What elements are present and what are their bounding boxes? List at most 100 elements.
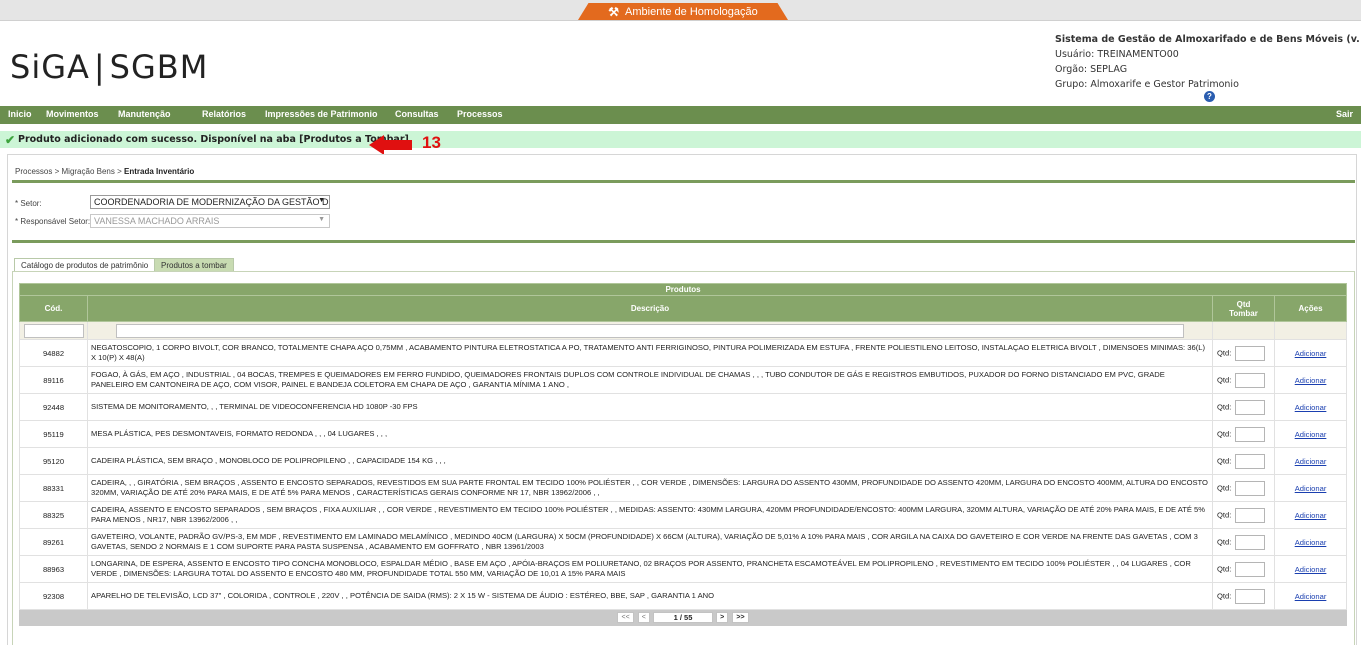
qtd-input[interactable]: [1235, 561, 1266, 577]
row-descricao: FOGAO, À GÁS, EM AÇO , INDUSTRIAL , 04 B…: [87, 366, 1213, 394]
logo-sgbm: SGBM: [109, 48, 209, 86]
main-nav: Inicio Movimentos Manutenção Relatórios …: [0, 106, 1361, 124]
row-cod: 88331: [19, 474, 88, 502]
adicionar-link[interactable]: Adicionar: [1295, 403, 1327, 412]
row-descricao: APARELHO DE TELEVISÃO, LCD 37" , COLORID…: [87, 582, 1213, 610]
app-logo: SiGA | SGBM: [10, 48, 208, 86]
tools-icon: ⚒: [608, 4, 620, 19]
row-qtd-label: Qtd:: [1217, 510, 1232, 519]
nav-item-inicio[interactable]: Inicio: [8, 109, 32, 119]
row-actions: Adicionar: [1273, 393, 1348, 421]
logout-link[interactable]: Sair: [1336, 109, 1353, 119]
qtd-input[interactable]: [1235, 345, 1266, 361]
row-qtd-label: Qtd:: [1217, 483, 1232, 492]
responsavel-label: * Responsável Setor:: [15, 217, 91, 226]
pager-page-indicator[interactable]: 1 / 55: [653, 612, 714, 623]
row-cod: 88963: [19, 555, 88, 583]
row-actions: Adicionar: [1273, 501, 1348, 529]
row-qtd-cell: Qtd:: [1212, 582, 1275, 610]
tab-produtos-a-tombar[interactable]: Produtos a tombar: [154, 258, 234, 272]
row-qtd-cell: Qtd:: [1212, 339, 1275, 367]
col-header-descricao: Descrição: [87, 295, 1213, 322]
qtd-input[interactable]: [1235, 399, 1266, 415]
adicionar-link[interactable]: Adicionar: [1295, 376, 1327, 385]
nav-item-movimentos[interactable]: Movimentos: [46, 109, 99, 119]
adicionar-link[interactable]: Adicionar: [1295, 592, 1327, 601]
qtd-input[interactable]: [1235, 534, 1266, 550]
row-qtd-label: Qtd:: [1217, 402, 1232, 411]
pagination: << < 1 / 55 > >>: [18, 609, 1348, 626]
user-info: Usuário: TREINAMENTO00: [1055, 49, 1179, 60]
adicionar-link[interactable]: Adicionar: [1295, 430, 1327, 439]
setor-select[interactable]: COORDENADORIA DE MODERNIZAÇÃO DA GESTÃO …: [90, 195, 330, 209]
nav-item-impressoes[interactable]: Impressões de Patrimonio: [265, 109, 378, 119]
row-qtd-cell: Qtd:: [1212, 393, 1275, 421]
row-actions: Adicionar: [1273, 555, 1348, 583]
adicionar-link[interactable]: Adicionar: [1295, 511, 1327, 520]
pager-prev-button[interactable]: <: [637, 612, 650, 623]
table-row: 95120 CADEIRA PLÁSTICA, SEM BRAÇO , MONOB…: [19, 447, 1348, 475]
nav-item-manutencao[interactable]: Manutenção: [118, 109, 171, 119]
help-icon[interactable]: ?: [1204, 91, 1215, 102]
qtd-input[interactable]: [1235, 480, 1266, 496]
breadcrumb-processos[interactable]: Processos: [15, 167, 52, 176]
adicionar-link[interactable]: Adicionar: [1295, 457, 1327, 466]
group-info: Grupo: Almoxarife e Gestor Patrimonio: [1055, 79, 1239, 90]
table-row: 88331 CADEIRA, , , GIRATÓRIA , SEM BRAÇOS…: [19, 474, 1348, 502]
table-caption: Produtos: [18, 283, 1348, 296]
row-descricao: GAVETEIRO, VOLANTE, PADRÃO GV/PS-3, EM M…: [87, 528, 1213, 556]
row-qtd-cell: Qtd:: [1212, 528, 1275, 556]
chevron-down-icon: ▼: [318, 216, 325, 223]
qtd-input[interactable]: [1235, 588, 1266, 604]
row-qtd-label: Qtd:: [1217, 429, 1232, 438]
row-actions: Adicionar: [1273, 582, 1348, 610]
annotation-arrow-icon: [369, 135, 412, 155]
qtd-input[interactable]: [1235, 372, 1266, 388]
qtd-input[interactable]: [1235, 453, 1266, 469]
pager-first-button[interactable]: <<: [617, 612, 634, 623]
filter-row: [19, 321, 1348, 340]
nav-item-processos[interactable]: Processos: [457, 109, 503, 119]
system-info: Sistema de Gestão de Almoxarifado e de B…: [1055, 32, 1361, 92]
breadcrumb-sep: >: [54, 167, 60, 176]
adicionar-link[interactable]: Adicionar: [1295, 538, 1327, 547]
pager-next-button[interactable]: >: [716, 612, 729, 623]
table-row: 94882 NEGATOSCOPIO, 1 CORPO BIVOLT, COR B…: [19, 339, 1348, 367]
system-title: Sistema de Gestão de Almoxarifado e de B…: [1055, 34, 1361, 45]
products-table: Produtos Cód. Descrição Qtd Tombar Ações …: [18, 283, 1348, 626]
org-info: Orgão: SEPLAG: [1055, 64, 1128, 75]
row-qtd-label: Qtd:: [1217, 591, 1232, 600]
adicionar-link[interactable]: Adicionar: [1295, 565, 1327, 574]
filter-cod-input[interactable]: [23, 323, 84, 338]
col-header-qtd-tombar: Qtd Tombar: [1212, 295, 1275, 322]
environment-banner: ⚒ Ambiente de Homologação: [578, 3, 788, 20]
setor-label: * Setor:: [15, 199, 42, 208]
nav-item-relatorios[interactable]: Relatórios: [202, 109, 246, 119]
row-cod: 94882: [19, 339, 88, 367]
row-descricao: CADEIRA, , , GIRATÓRIA , SEM BRAÇOS , AS…: [87, 474, 1213, 502]
qtd-input[interactable]: [1235, 426, 1266, 442]
adicionar-link[interactable]: Adicionar: [1295, 349, 1327, 358]
tab-catalogo[interactable]: Catálogo de produtos de patrimônio: [14, 258, 156, 272]
row-descricao: CADEIRA PLÁSTICA, SEM BRAÇO , MONOBLOCO …: [87, 447, 1213, 475]
setor-select-value: COORDENADORIA DE MODERNIZAÇÃO DA GESTÃO …: [94, 197, 330, 207]
table-row: 92448 SISTEMA DE MONITORAMENTO, , , TERMI…: [19, 393, 1348, 421]
success-message-text: Produto adicionado com sucesso. Disponív…: [18, 134, 413, 145]
row-actions: Adicionar: [1273, 420, 1348, 448]
table-row: 89116 FOGAO, À GÁS, EM AÇO , INDUSTRIAL ,…: [19, 366, 1348, 394]
nav-item-consultas[interactable]: Consultas: [395, 109, 439, 119]
row-cod: 92308: [19, 582, 88, 610]
row-cod: 92448: [19, 393, 88, 421]
row-qtd-cell: Qtd:: [1212, 501, 1275, 529]
responsavel-select[interactable]: VANESSA MACHADO ARRAIS ▼: [90, 214, 330, 228]
row-actions: Adicionar: [1273, 528, 1348, 556]
breadcrumb-migracao[interactable]: Migração Bens: [62, 167, 115, 176]
adicionar-link[interactable]: Adicionar: [1295, 484, 1327, 493]
pager-last-button[interactable]: >>: [732, 612, 749, 623]
table-row: 92308 APARELHO DE TELEVISÃO, LCD 37" , CO…: [19, 582, 1348, 610]
filter-descricao-input[interactable]: [116, 323, 1184, 338]
responsavel-select-value: VANESSA MACHADO ARRAIS: [94, 216, 220, 226]
row-descricao: CADEIRA, ASSENTO E ENCOSTO SEPARADOS , S…: [87, 501, 1213, 529]
qtd-input[interactable]: [1235, 507, 1266, 523]
col-header-acoes: Ações: [1273, 295, 1348, 322]
